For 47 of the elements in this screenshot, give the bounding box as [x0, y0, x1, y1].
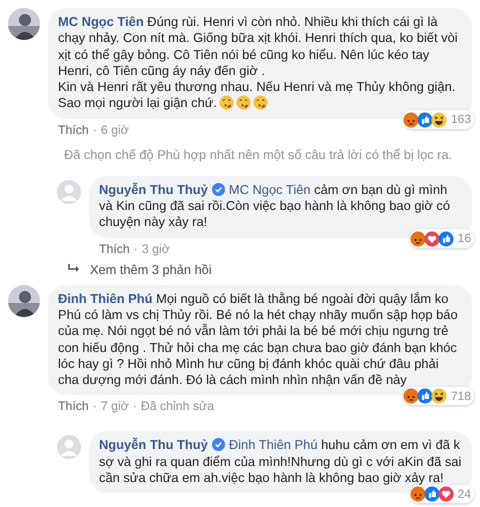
reactions-summary[interactable]: 718: [402, 387, 474, 406]
author-link[interactable]: MC Ngọc Tiên: [58, 14, 144, 29]
timestamp[interactable]: 7 giờ: [100, 399, 129, 414]
like-reaction-icon: [416, 112, 433, 128]
avatar[interactable]: [8, 8, 40, 40]
comment-text: Nguyễn Thu Thuỷ MC Ngọc Tiên cảm ơn bạn dù gì mình và Kin cũng đã sai rồi.Còn việc bạo hành là không bao giờ có chuyện này xảy ra!: [99, 182, 451, 231]
verified-badge-icon: [212, 438, 225, 452]
comment-text: MC Ngọc Tiên Đúng rùi. Henri vì còn nhỏ. Nhiều khi thích cái gì là chạy nhảy. Con nít mà. Giống bữa xịt khói. Henri thích qua, ko biết vòi xịt có thể gây bỏng. Cô Tiên nói bé cũng ko hiểu. Nên lúc kéo tay Henri, cô Tiên cũng áy náy đến giờ . Kin và Henri rất yêu thương nhau. Nếu Henri và mẹ Thủy không giận. Sao mọi người lại giận chứ.: [58, 14, 459, 112]
timestamp[interactable]: 6 giờ: [100, 122, 129, 137]
verified-badge-icon: [212, 182, 225, 196]
angry-reaction-icon: [402, 388, 419, 404]
author-link[interactable]: Nguyễn Thu Thuỷ: [99, 437, 208, 452]
author-link[interactable]: Nguyễn Thu Thuỷ: [99, 182, 208, 197]
angry-reaction-icon: [410, 230, 426, 247]
laughing-reaction-icon: [430, 112, 447, 128]
edited-label: Đã chỉnh sửa: [140, 399, 214, 414]
separator-dot: ·: [134, 242, 138, 256]
more-replies-link[interactable]: Xem thêm 3 phản hồi: [90, 262, 212, 277]
like-reaction-icon: [416, 388, 433, 404]
like-reaction-icon: [438, 230, 454, 247]
angry-reaction-icon: [410, 486, 426, 502]
kiss-face-icon: [219, 95, 234, 110]
kiss-face-icon: [236, 95, 251, 110]
reactions-summary[interactable]: 163: [402, 110, 474, 129]
separator-dot: ·: [132, 399, 137, 414]
separator-dot: ·: [92, 122, 97, 137]
mention-link[interactable]: Đinh Thiên Phú: [228, 437, 318, 452]
reactions-summary[interactable]: 16: [410, 229, 474, 248]
like-link[interactable]: Thích: [99, 242, 130, 256]
author-link[interactable]: Đinh Thiên Phú: [58, 290, 153, 306]
reactions-summary[interactable]: 24: [410, 485, 474, 504]
like-link[interactable]: Thích: [58, 122, 89, 137]
heart-reaction-icon: [438, 486, 454, 502]
reply-arrow-icon: [68, 264, 80, 274]
comment-text: Nguyễn Thu Thuỷ Đinh Thiên Phú huhu cảm ơn em vì đã k sợ và ghi ra quan điểm của mình!Nhưng dù gì c với aKin đã sai cần sửa chữa em ah.việc bạo hành là không bao giờ xảy ra!: [99, 437, 462, 486]
like-link[interactable]: Thích: [58, 399, 89, 414]
separator-dot: ·: [92, 399, 97, 414]
timestamp[interactable]: 3 giờ: [142, 242, 170, 256]
heart-reaction-icon: [424, 230, 440, 247]
laughing-reaction-icon: [430, 388, 447, 404]
angry-reaction-icon: [402, 112, 419, 128]
comment-text: Đinh Thiên Phú Mọi nguồ có biết là thằng bé ngoài đời quậy lắm ko Phú có làm vs chị Thủy rồi. Bé nó la hét chạy nhãy muốn sập họp báo của mẹ. Nói ngọt bé nó vẫn làm tới phải la bé bé mới chịu ngưng trẻ con hiếu động . Thử hỏi cha mẹ các bạn chưa bao giờ đánh bạn khóc lóc hay gì ? Hồi nhỏ Mình hư cũng bị đánh khóc quài chứ đâu phải cha dượng mới đánh. Đó là cách mình nhìn nhận vấn đề này: [58, 290, 459, 388]
avatar[interactable]: [8, 284, 40, 317]
mention-link[interactable]: MC Ngọc Tiên: [228, 182, 311, 197]
kiss-face-icon: [253, 95, 268, 110]
like-reaction-icon: [424, 486, 440, 502]
filter-notice: Đã chọn chế độ Phù hợp nhất nên một số câu trả lời có thể bị lọc ra.: [63, 146, 454, 164]
